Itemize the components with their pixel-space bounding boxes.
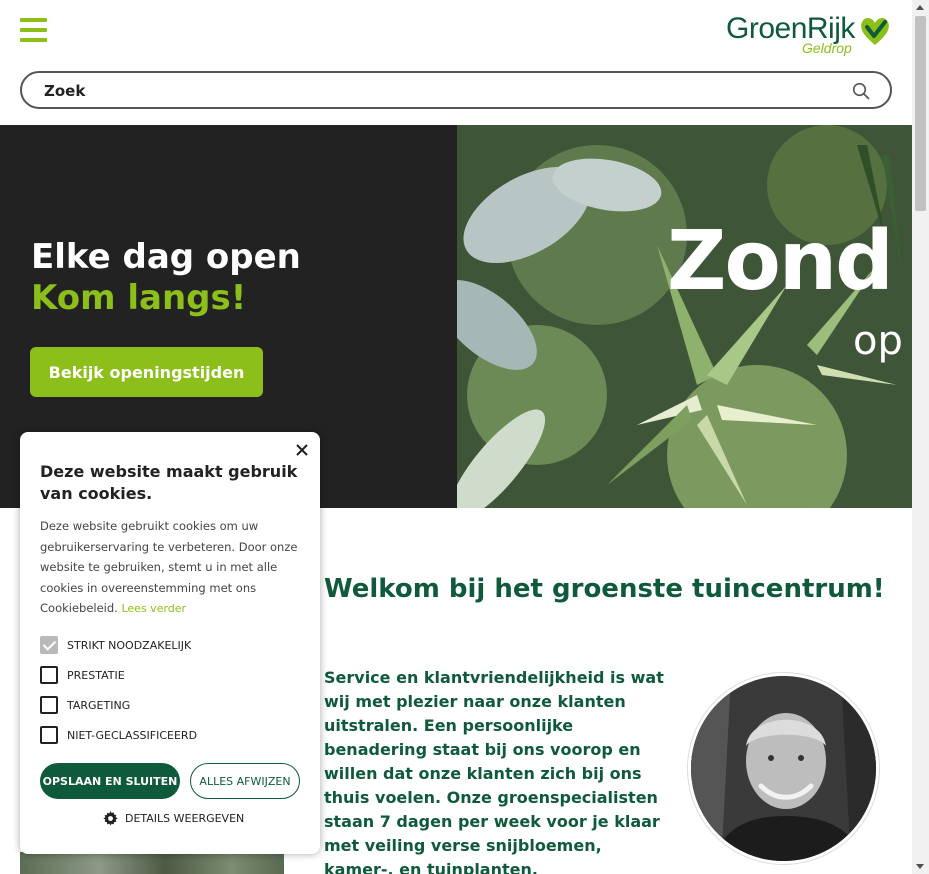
cookie-description: Deze website gebruikt cookies om uw gebr… <box>40 519 298 615</box>
cookie-option-performance[interactable]: PRESTATIE <box>40 666 125 684</box>
lavender-photo <box>20 852 284 874</box>
search-icon[interactable] <box>852 82 870 100</box>
cookie-option-label: STRIKT NOODZAKELIJK <box>67 638 192 652</box>
cookie-option-targeting[interactable]: TARGETING <box>40 696 130 714</box>
cookie-option-label: NIET-GECLASSIFICEERD <box>67 728 198 742</box>
reject-all-button[interactable]: ALLES AFWIJZEN <box>190 763 300 799</box>
intro-paragraph: Service en klantvriendelijkheid is wat w… <box>324 668 664 874</box>
site-logo[interactable]: GroenRijk Geldrop <box>726 10 892 58</box>
details-label: DETAILS WEERGEVEN <box>125 812 245 825</box>
show-details-link[interactable]: DETAILS WEERGEVEN <box>103 811 244 826</box>
scroll-down-arrow-icon[interactable] <box>916 864 924 869</box>
gear-icon <box>103 811 118 826</box>
hero-image-text-2: op <box>853 318 903 364</box>
hero-image-text-1: Zond <box>667 214 894 309</box>
checkbox[interactable] <box>40 666 58 684</box>
opening-hours-button[interactable]: Bekijk openingstijden <box>30 347 263 397</box>
page: GroenRijk Geldrop Elke dag open Kom lang… <box>0 0 929 874</box>
staff-portrait <box>688 673 879 864</box>
search-bar <box>20 71 892 109</box>
succulents-photo <box>457 125 912 508</box>
search-input[interactable] <box>44 79 824 103</box>
hero-image: Zond op <box>457 125 912 508</box>
cookie-dialog: Deze website maakt gebruik van cookies. … <box>20 432 320 854</box>
close-icon[interactable] <box>294 442 310 458</box>
cookie-option-necessary[interactable]: STRIKT NOODZAKELIJK <box>40 636 191 654</box>
checkbox[interactable] <box>40 726 58 744</box>
scrollbar[interactable] <box>912 0 929 874</box>
checkbox-checked[interactable] <box>40 636 58 654</box>
cookie-title: Deze website maakt gebruik van cookies. <box>40 462 298 503</box>
hero-subtitle: Kom langs! <box>31 278 247 318</box>
scrollbar-thumb[interactable] <box>915 16 926 211</box>
cookie-option-unclassified[interactable]: NIET-GECLASSIFICEERD <box>40 726 197 744</box>
hero-title: Elke dag open <box>31 237 301 277</box>
cookie-option-label: TARGETING <box>67 698 131 712</box>
hamburger-menu-icon[interactable] <box>20 18 47 42</box>
cookie-option-label: PRESTATIE <box>67 668 125 682</box>
scroll-up-arrow-icon[interactable] <box>916 5 924 10</box>
save-and-close-button[interactable]: OPSLAAN EN SLUITEN <box>40 763 180 799</box>
checkbox[interactable] <box>40 696 58 714</box>
heart-leaf-icon <box>861 17 889 45</box>
read-more-link[interactable]: Lees verder <box>121 602 186 615</box>
welcome-heading: Welkom bij het groenste tuincentrum! <box>324 574 885 604</box>
cookie-text: Deze website gebruikt cookies om uw gebr… <box>40 516 300 620</box>
logo-location: Geldrop <box>802 40 852 56</box>
